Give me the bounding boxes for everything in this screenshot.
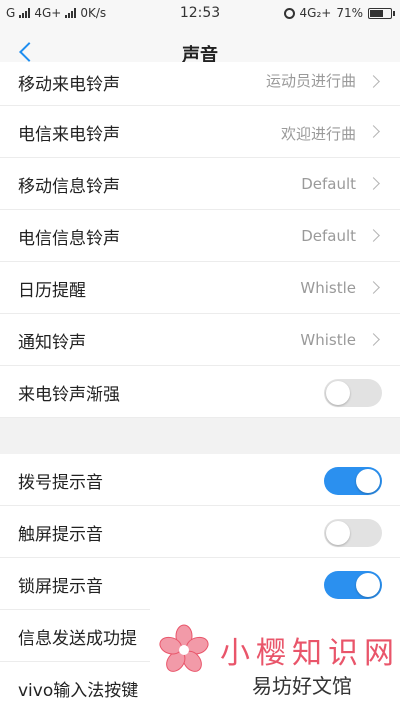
lock-tone-toggle[interactable] [324,571,382,599]
setting-label: 通知铃声 [18,333,86,353]
setting-label: 信息发送成功提 [18,629,137,649]
setting-value: Default [301,227,356,245]
setting-label: 电信来电铃声 [18,125,120,145]
setting-label: vivo输入法按键 [18,681,139,701]
setting-row-mobile-call-ringtone[interactable]: 移动来电铃声 运动员进行曲 [0,62,400,106]
watermark-site: 易坊好文馆 [252,674,352,698]
chevron-right-icon [367,281,380,294]
toggle-knob [356,573,380,597]
chevron-right-icon [367,75,380,88]
battery-percent: 71% [336,6,363,20]
chevron-right-icon [367,125,380,138]
setting-label: 拨号提示音 [18,473,103,493]
chevron-right-icon [367,333,380,346]
alarm-icon [283,7,295,19]
battery-icon [368,7,395,19]
status-bar: G 4G+ 0K/s 12:53 4G₂+ 71% [0,0,400,28]
sakura-logo-icon [159,624,209,672]
setting-value: Whistle [300,279,356,297]
setting-row-telecom-call-ringtone[interactable]: 电信来电铃声 欢迎进行曲 [0,106,400,158]
setting-row-mobile-message-tone[interactable]: 移动信息铃声 Default [0,158,400,210]
toggle-knob [326,381,350,405]
setting-label: 来电铃声渐强 [18,385,120,405]
setting-label: 锁屏提示音 [18,577,103,597]
setting-label: 日历提醒 [18,281,86,301]
watermark: 小樱知识网 易坊好文馆 [150,608,400,710]
setting-label: 移动来电铃声 [18,75,120,95]
crescendo-toggle[interactable] [324,379,382,407]
setting-row-notification-tone[interactable]: 通知铃声 Whistle [0,314,400,366]
setting-row-lock-tone: 锁屏提示音 [0,558,400,610]
status-right: 4G₂+ 71% [283,6,395,20]
chevron-right-icon [367,229,380,242]
setting-row-ringtone-crescendo: 来电铃声渐强 [0,366,400,418]
setting-value: Default [301,175,356,193]
setting-value: Whistle [300,331,356,349]
setting-row-telecom-message-tone[interactable]: 电信信息铃声 Default [0,210,400,262]
toggle-knob [326,521,350,545]
setting-label: 移动信息铃声 [18,177,120,197]
section-divider [0,418,400,454]
setting-row-calendar-reminder[interactable]: 日历提醒 Whistle [0,262,400,314]
chevron-right-icon [367,177,380,190]
setting-value: 运动员进行曲 [265,72,356,90]
setting-label: 电信信息铃声 [18,229,120,249]
setting-row-dial-tone: 拨号提示音 [0,454,400,506]
toggle-knob [356,469,380,493]
touch-tone-toggle[interactable] [324,519,382,547]
watermark-brand: 小樱知识网 [220,636,400,671]
dial-tone-toggle[interactable] [324,467,382,495]
setting-label: 触屏提示音 [18,525,103,545]
setting-value: 欢迎进行曲 [280,125,356,143]
network-right-label: 4G₂+ [299,6,332,20]
setting-row-touch-tone: 触屏提示音 [0,506,400,558]
